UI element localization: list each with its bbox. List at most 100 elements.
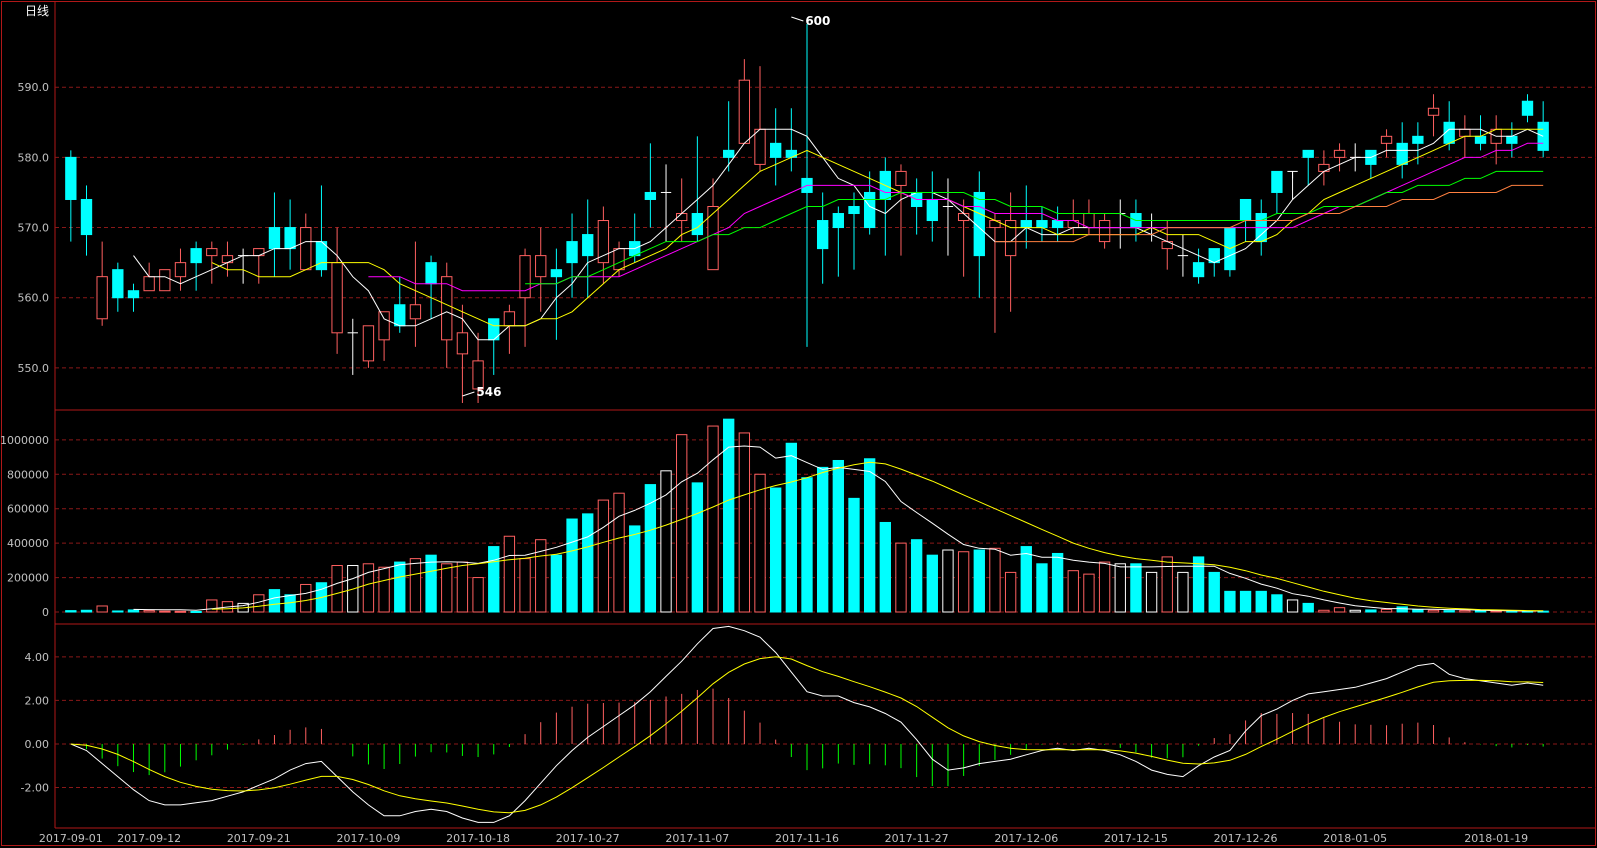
date-tick-label: 2017-12-15 — [1104, 832, 1168, 845]
candle-body-down — [315, 241, 328, 271]
date-tick-label: 2018-01-19 — [1464, 832, 1528, 845]
volume-tick-label: 200000 — [7, 572, 49, 585]
candle — [1506, 122, 1518, 158]
candle — [660, 164, 672, 242]
date-tick-label: 2017-09-01 — [39, 832, 103, 845]
volume-bar — [488, 546, 500, 613]
volume-bar — [754, 473, 766, 613]
volume-bar — [723, 418, 735, 613]
volume-bar — [1380, 608, 1393, 613]
candle-body-up — [1333, 149, 1346, 158]
volume-bar — [174, 610, 187, 613]
candle-body-up — [221, 255, 234, 264]
candle — [957, 199, 970, 277]
candle-body-up — [613, 248, 625, 271]
volume-bar — [441, 563, 453, 613]
candle — [785, 108, 798, 172]
volume-bar — [738, 432, 751, 613]
volume-bar — [582, 513, 594, 613]
candle-body-up — [253, 248, 265, 257]
volume-bar — [550, 554, 563, 613]
candle — [1115, 199, 1126, 249]
candle-body-down — [816, 220, 829, 250]
candle — [1365, 149, 1377, 179]
candle — [597, 206, 610, 284]
price-tick-label: 570.0 — [18, 222, 50, 235]
candle — [926, 171, 938, 242]
volume-bar — [425, 554, 437, 613]
volume-bar — [1474, 610, 1487, 613]
volume-bar — [159, 610, 171, 613]
volume-bar — [472, 577, 484, 613]
candle-body-down — [1192, 262, 1205, 278]
candle — [96, 241, 108, 326]
outer-border — [1, 1, 1596, 846]
candle-body-up — [96, 276, 108, 320]
candle — [1427, 94, 1440, 137]
candle — [1224, 227, 1236, 277]
date-tick-label: 2017-10-09 — [336, 832, 400, 845]
volume-bar — [1302, 602, 1314, 613]
volume-bar — [112, 610, 124, 613]
candle-body-down — [926, 198, 938, 222]
volume-bar — [707, 425, 719, 613]
volume-bar — [1192, 556, 1205, 613]
candle — [973, 171, 985, 298]
volume-bar — [1051, 552, 1064, 613]
volume-bar — [957, 551, 970, 613]
candle — [691, 136, 704, 242]
candle-body-down — [1521, 100, 1534, 116]
candle — [1287, 170, 1298, 200]
volume-bar — [1239, 590, 1252, 613]
volume-bar — [409, 558, 422, 613]
candle-body-up — [519, 255, 531, 299]
volume-bar — [1318, 609, 1330, 613]
candle — [738, 59, 751, 144]
candle — [1521, 94, 1534, 123]
candle-body-down — [770, 142, 782, 158]
candle-body-down — [1020, 220, 1032, 229]
candle-body-up — [300, 227, 312, 271]
candle — [754, 66, 766, 172]
period-label: 日线 — [25, 4, 49, 18]
volume-bar — [1396, 606, 1408, 613]
macd-tick-label: 0.00 — [25, 738, 50, 751]
volume-tick-label: 1000000 — [0, 434, 49, 447]
volume-bar — [676, 434, 688, 613]
date-tick-label: 2017-10-18 — [446, 832, 510, 845]
volume-bar — [1004, 571, 1017, 613]
candle-body-up — [1427, 107, 1440, 116]
candle — [832, 206, 844, 277]
volume-bars[interactable] — [65, 418, 1549, 613]
volume-bar — [1114, 563, 1126, 613]
date-tick-label: 2017-11-07 — [665, 832, 729, 845]
candle-body-up — [159, 269, 171, 292]
date-tick-label: 2017-11-16 — [775, 832, 839, 845]
volume-bar — [832, 459, 844, 613]
candle — [1083, 199, 1095, 235]
volume-bar — [989, 547, 1001, 613]
candle — [409, 241, 422, 347]
candle — [112, 262, 124, 312]
volume-bar — [394, 561, 406, 613]
candle — [519, 248, 531, 347]
extreme-pointer — [791, 16, 804, 22]
volume-bar — [1036, 563, 1048, 613]
candle-body-down — [65, 156, 77, 200]
volume-bar — [331, 565, 343, 613]
volume-bar — [1083, 573, 1095, 613]
candle-body-up — [597, 220, 610, 264]
volume-bar — [1427, 609, 1440, 613]
price-tick-label: 550.0 — [18, 362, 50, 375]
candle-body-down — [1474, 135, 1487, 144]
low-price-label: 546 — [476, 385, 501, 399]
candle-body-down — [190, 248, 202, 264]
candle-body-down — [394, 304, 406, 327]
volume-bar — [1286, 599, 1299, 613]
volume-bar — [1459, 610, 1471, 613]
candle — [1177, 234, 1189, 277]
candle — [848, 192, 860, 270]
candle-body-up — [754, 128, 766, 165]
price-annotations: 600 546 — [462, 14, 830, 399]
volume-bar — [143, 610, 155, 613]
